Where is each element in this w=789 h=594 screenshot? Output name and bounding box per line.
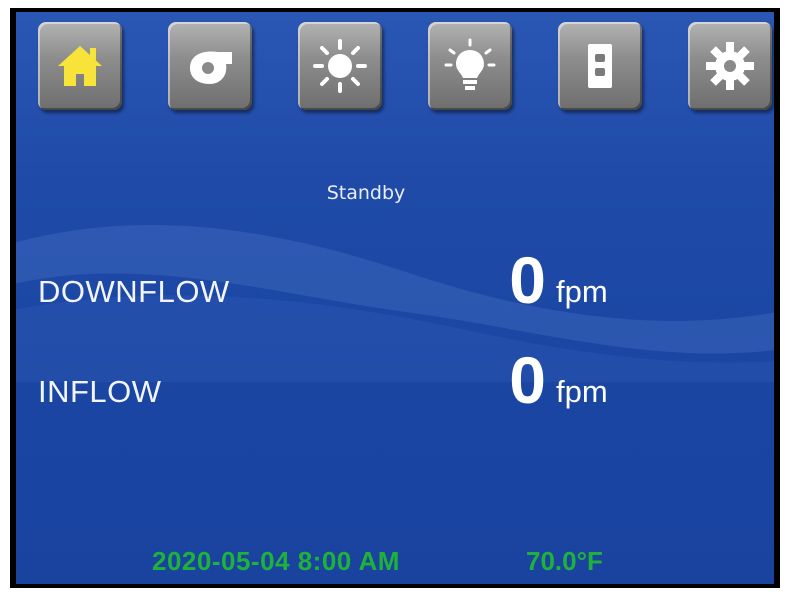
downflow-label: DOWNFLOW bbox=[38, 274, 230, 309]
downflow-value: 0 bbox=[509, 243, 546, 317]
temperature-readout: 70.0°F bbox=[526, 546, 603, 576]
blower-button[interactable] bbox=[168, 22, 252, 110]
status-text: Standby bbox=[326, 182, 406, 204]
light-bulb-icon bbox=[444, 38, 496, 90]
datetime-readout: 2020-05-04 8:00 AM bbox=[152, 546, 400, 576]
home-icon bbox=[58, 46, 102, 86]
main-panel: Standby DOWNFLOW 0 fpm INFLOW 0 fpm 2020… bbox=[16, 12, 774, 584]
inflow-value: 0 bbox=[509, 343, 546, 417]
downflow-unit: fpm bbox=[556, 274, 608, 309]
inflow-unit: fpm bbox=[556, 374, 608, 409]
light-button[interactable] bbox=[428, 22, 512, 110]
toolbar bbox=[38, 22, 774, 112]
gear-icon bbox=[706, 42, 754, 90]
inflow-label: INFLOW bbox=[38, 374, 162, 409]
outlet-icon bbox=[588, 44, 612, 88]
blower-icon bbox=[190, 51, 232, 84]
settings-button[interactable] bbox=[688, 22, 772, 110]
outlet-button[interactable] bbox=[558, 22, 642, 110]
uv-light-icon bbox=[313, 39, 367, 93]
uv-light-button[interactable] bbox=[298, 22, 382, 110]
home-button[interactable] bbox=[38, 22, 122, 110]
display-frame: Standby DOWNFLOW 0 fpm INFLOW 0 fpm 2020… bbox=[10, 8, 780, 588]
